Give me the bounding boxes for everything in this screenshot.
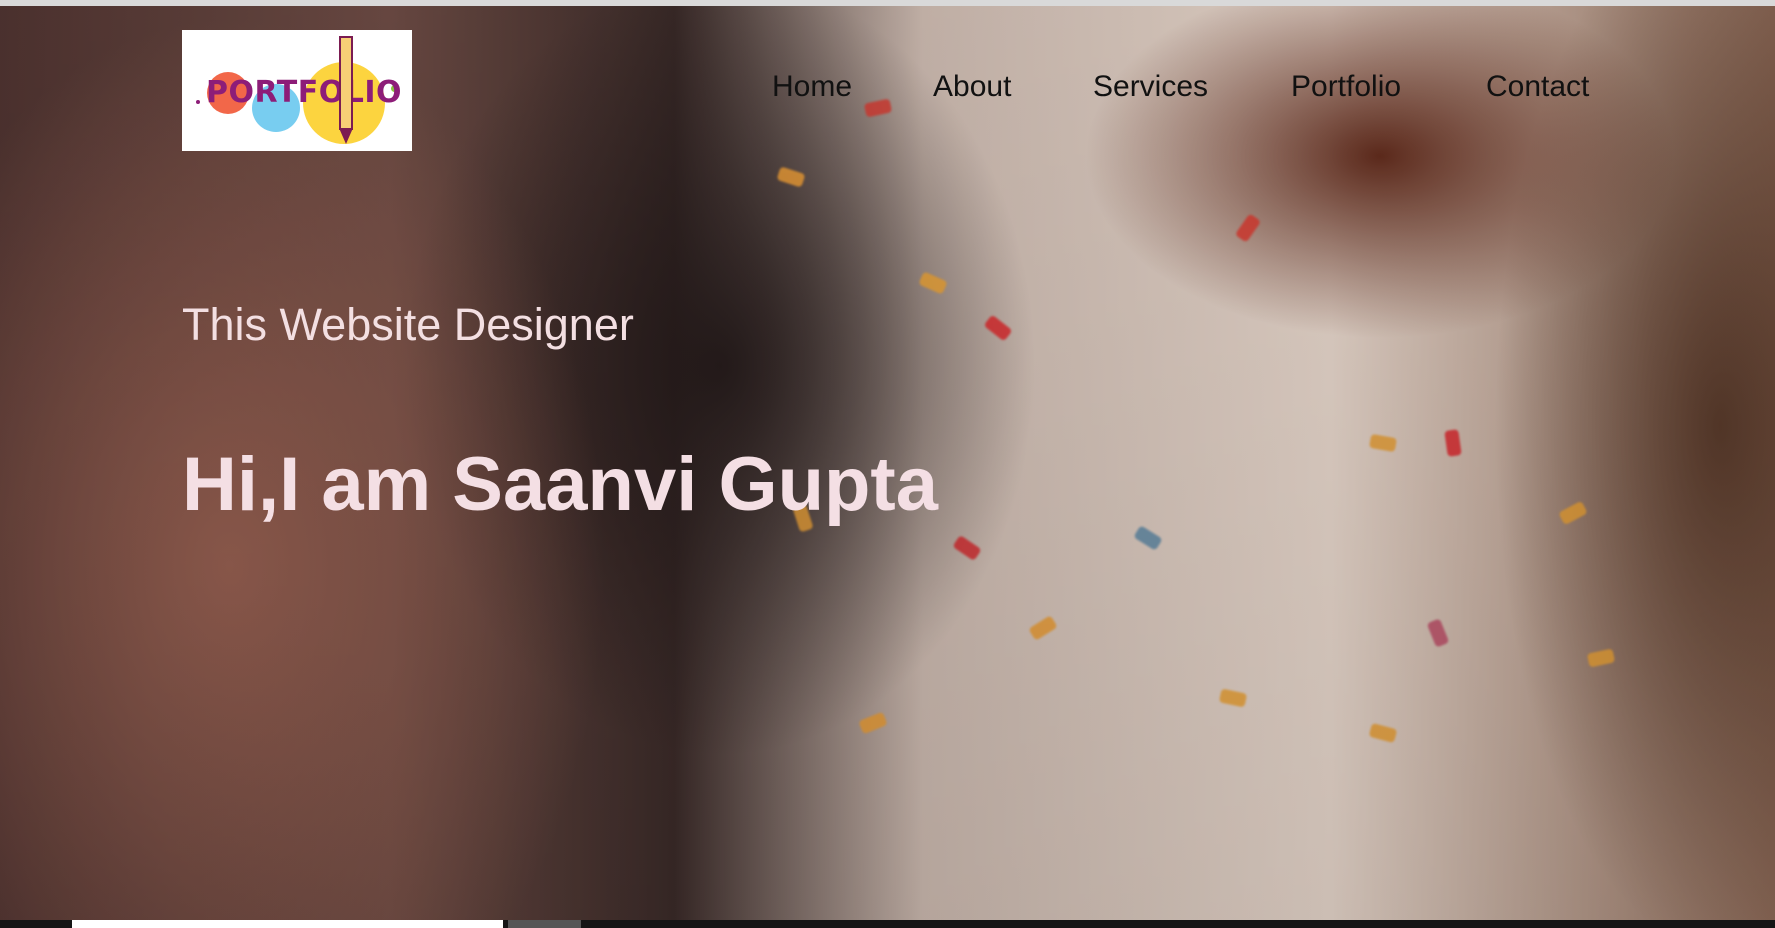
background-confetti [1426, 618, 1450, 648]
bottom-gray-strip [508, 920, 581, 928]
background-confetti [1234, 213, 1262, 243]
background-confetti [1444, 429, 1462, 457]
hero-headline: Hi,I am Saanvi Gupta [182, 441, 938, 527]
background-confetti [858, 711, 888, 735]
background-confetti [983, 314, 1013, 342]
nav-contact-link[interactable]: Contact [1486, 70, 1589, 104]
pencil-tip-icon [339, 128, 353, 144]
background-confetti [918, 271, 948, 295]
background-confetti [952, 534, 982, 562]
logo-text: PORTFOLIO [206, 75, 402, 110]
background-confetti [1558, 500, 1588, 526]
background-confetti [776, 166, 806, 188]
portfolio-logo[interactable]: PORTFOLIO [182, 30, 412, 151]
hero-section: PORTFOLIO Home About Services Portfolio … [0, 6, 1775, 920]
nav-about-link[interactable]: About [933, 70, 1011, 104]
nav-services-link[interactable]: Services [1093, 70, 1208, 104]
background-confetti [1133, 525, 1163, 551]
background-confetti [1218, 688, 1248, 708]
hero-subtitle: This Website Designer [182, 299, 634, 350]
background-confetti [863, 98, 893, 118]
background-confetti [1028, 615, 1058, 641]
bottom-white-strip [72, 920, 503, 928]
pencil-icon [339, 36, 353, 130]
background-confetti [1368, 722, 1398, 744]
background-confetti [1586, 648, 1616, 668]
background-confetti [1368, 433, 1398, 453]
nav-home-link[interactable]: Home [772, 70, 852, 104]
logo-purple-dot [196, 100, 200, 104]
nav-portfolio-link[interactable]: Portfolio [1291, 70, 1401, 104]
